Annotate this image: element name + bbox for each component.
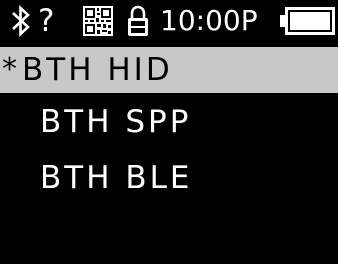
clock-time: 10:00P bbox=[160, 4, 258, 37]
menu-item-bth-hid[interactable]: * BTH HID bbox=[0, 47, 338, 93]
menu-item-bth-ble[interactable]: BTH BLE bbox=[0, 155, 338, 201]
lock-icon bbox=[128, 5, 148, 36]
menu-item-label: BTH HID bbox=[22, 52, 173, 88]
bluetooth-mode-menu: * BTH HID BTH SPP BTH BLE bbox=[0, 47, 338, 211]
menu-item-label: BTH SPP bbox=[40, 104, 192, 140]
device-screen: ? 10:00P * BTH HID BTH SPP BTH BLE bbox=[0, 0, 338, 264]
bluetooth-icon bbox=[12, 5, 30, 37]
unknown-status-glyph: ? bbox=[38, 3, 55, 39]
qr-code-icon bbox=[83, 6, 113, 36]
menu-item-label: BTH BLE bbox=[40, 160, 193, 196]
status-bar: ? 10:00P bbox=[0, 0, 338, 42]
menu-item-bth-spp[interactable]: BTH SPP bbox=[0, 99, 338, 145]
battery-full-icon bbox=[280, 7, 335, 35]
selected-marker: * bbox=[2, 52, 20, 87]
